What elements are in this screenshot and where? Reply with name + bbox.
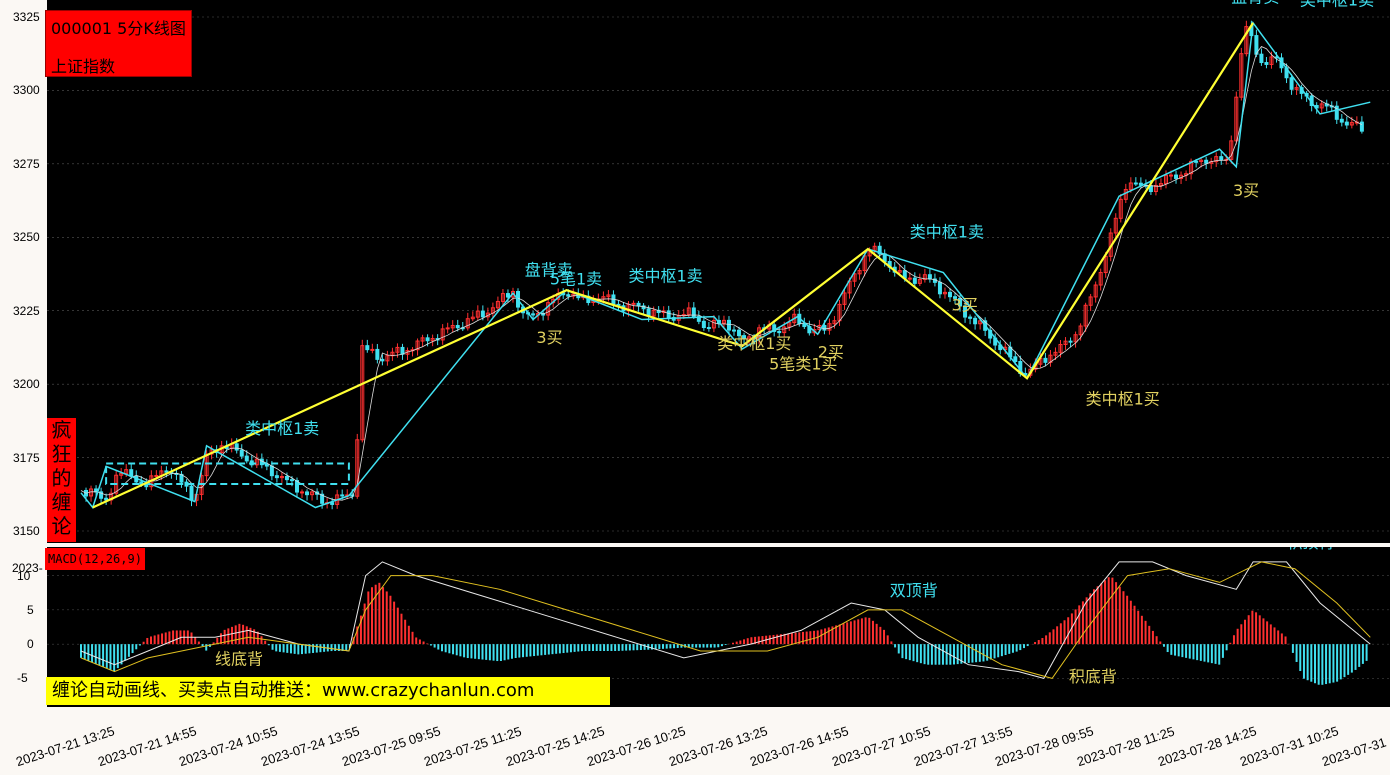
macd-tick-label: 0 (27, 637, 34, 652)
price-tick-label: 3175 (13, 450, 40, 465)
candle-down (1194, 160, 1199, 163)
signal-annotation: 3买 (536, 328, 562, 347)
candle-down (1359, 121, 1364, 132)
signal-annotation: 2买 (818, 343, 844, 362)
candle-down (666, 310, 671, 319)
candle-up (300, 491, 305, 494)
signal-annotation: 类中枢1买 (1086, 390, 1160, 409)
candle-down (973, 317, 978, 325)
candle-down (777, 330, 782, 334)
candle-down (1259, 53, 1264, 64)
candle-down (340, 494, 345, 497)
kline-panel: 类中枢1卖 盘背卖 5笔1卖 类中枢1卖 3买 类中枢1买 5笔类1买 2买 类中枢1卖 3买 类中… (47, 0, 1390, 543)
signal-annotation: 类中枢1买 (717, 334, 791, 353)
candle-down (239, 449, 244, 457)
signal-annotation: 类中枢1卖 (629, 266, 703, 285)
signal-annotation: 类中枢1卖 (1300, 0, 1374, 9)
candle-down (1339, 118, 1344, 123)
macd-dif-line (80, 561, 1371, 679)
candle-up (370, 348, 375, 351)
candle-down (566, 294, 571, 297)
brand-side-label: 疯 狂 的 缠 论 (47, 418, 76, 542)
candle-down (732, 329, 736, 332)
candle-down (305, 491, 310, 496)
candle-down (264, 464, 269, 467)
candle-down (244, 455, 249, 462)
price-tick-label: 3225 (13, 303, 40, 318)
candle-down (330, 502, 335, 505)
chart-stage: 类中枢1卖 盘背卖 5笔1卖 类中枢1卖 3买 类中枢1买 5笔类1买 2买 类中枢1卖 3买 类中… (0, 0, 1390, 775)
candle-down (455, 325, 460, 329)
candle-down (937, 281, 942, 295)
candle-down (284, 475, 289, 481)
candle-down (380, 358, 385, 362)
candle-down (189, 485, 194, 501)
price-tick-label: 3300 (13, 83, 40, 98)
candle-down (400, 346, 405, 355)
brand-char: 论 (51, 514, 72, 538)
price-tick-label: 3275 (13, 156, 40, 171)
candle-down (1133, 182, 1138, 185)
candle-down (822, 324, 827, 331)
candle-down (1013, 356, 1018, 362)
candle-down (1068, 340, 1073, 343)
candle-down (1043, 357, 1048, 363)
brand-char: 的 (51, 466, 72, 490)
divergence-annotation: 积底背 (1069, 667, 1117, 686)
candle-up (907, 277, 912, 280)
candle-down (289, 479, 294, 482)
macd-dea-line (80, 561, 1371, 679)
candle-down (425, 337, 430, 342)
signal-annotation: 5笔1卖 (550, 269, 602, 288)
price-tick-label: 3150 (13, 524, 40, 538)
promo-banner[interactable]: 缠论自动画线、买卖点自动推送：www.crazychanlun.com (46, 677, 610, 705)
candle-down (1204, 159, 1209, 164)
chart-title: 000001 5分K线图 (51, 19, 186, 38)
candle-down (531, 313, 536, 316)
divergence-annotation: 积顶背 (1287, 547, 1335, 552)
signal-annotation: 3买 (952, 296, 978, 315)
candle-down (1219, 156, 1224, 161)
candle-down (269, 465, 274, 477)
macd-tick-label: 10 (17, 568, 31, 583)
price-tick-label: 3200 (13, 377, 40, 392)
candle-down (927, 274, 932, 280)
candle-down (701, 320, 706, 329)
candle-down (1264, 62, 1269, 65)
divergence-annotation: 线底背 (215, 650, 263, 669)
candle-down (726, 319, 731, 331)
chart-title-box: 000001 5分K线图 上证指数 (45, 10, 192, 77)
index-name: 上证指数 (51, 57, 116, 76)
price-tick-label: 3250 (13, 230, 40, 245)
signal-annotation: 类中枢1卖 (245, 419, 319, 438)
candle-down (706, 327, 711, 330)
candle-down (968, 316, 973, 319)
macd-tick-label: -5 (17, 671, 28, 686)
brand-char: 狂 (51, 442, 72, 466)
macd-tick-label: 5 (27, 602, 34, 617)
candle-down (375, 348, 380, 360)
candle-down (1174, 174, 1179, 179)
signal-annotation: 盘背卖 (1231, 0, 1279, 6)
candle-down (505, 293, 510, 298)
brand-char: 缠 (51, 490, 72, 514)
candle-up (1169, 174, 1174, 177)
candle-down (1289, 77, 1294, 90)
candle-down (234, 443, 239, 451)
candle-up (631, 302, 636, 305)
brand-char: 疯 (51, 418, 72, 442)
candle-down (636, 302, 641, 307)
signal-annotation: 3买 (1233, 181, 1259, 200)
candle-down (365, 345, 370, 351)
divergence-annotation: 双顶背 (890, 581, 938, 600)
candle-down (912, 277, 917, 284)
candle-down (274, 475, 279, 479)
candle-up (154, 474, 159, 477)
kline-plot: 类中枢1卖盘背卖5笔1卖 类中枢1卖3买 类中枢1买5笔类1买2买类中枢1卖3买类中… (47, 0, 1390, 532)
macd-title: MACD(12,26,9) (45, 548, 145, 570)
candle-down (1344, 121, 1349, 126)
candle-down (480, 310, 485, 318)
signal-annotation: 类中枢1卖 (910, 222, 984, 241)
price-tick-label: 3325 (13, 10, 40, 24)
